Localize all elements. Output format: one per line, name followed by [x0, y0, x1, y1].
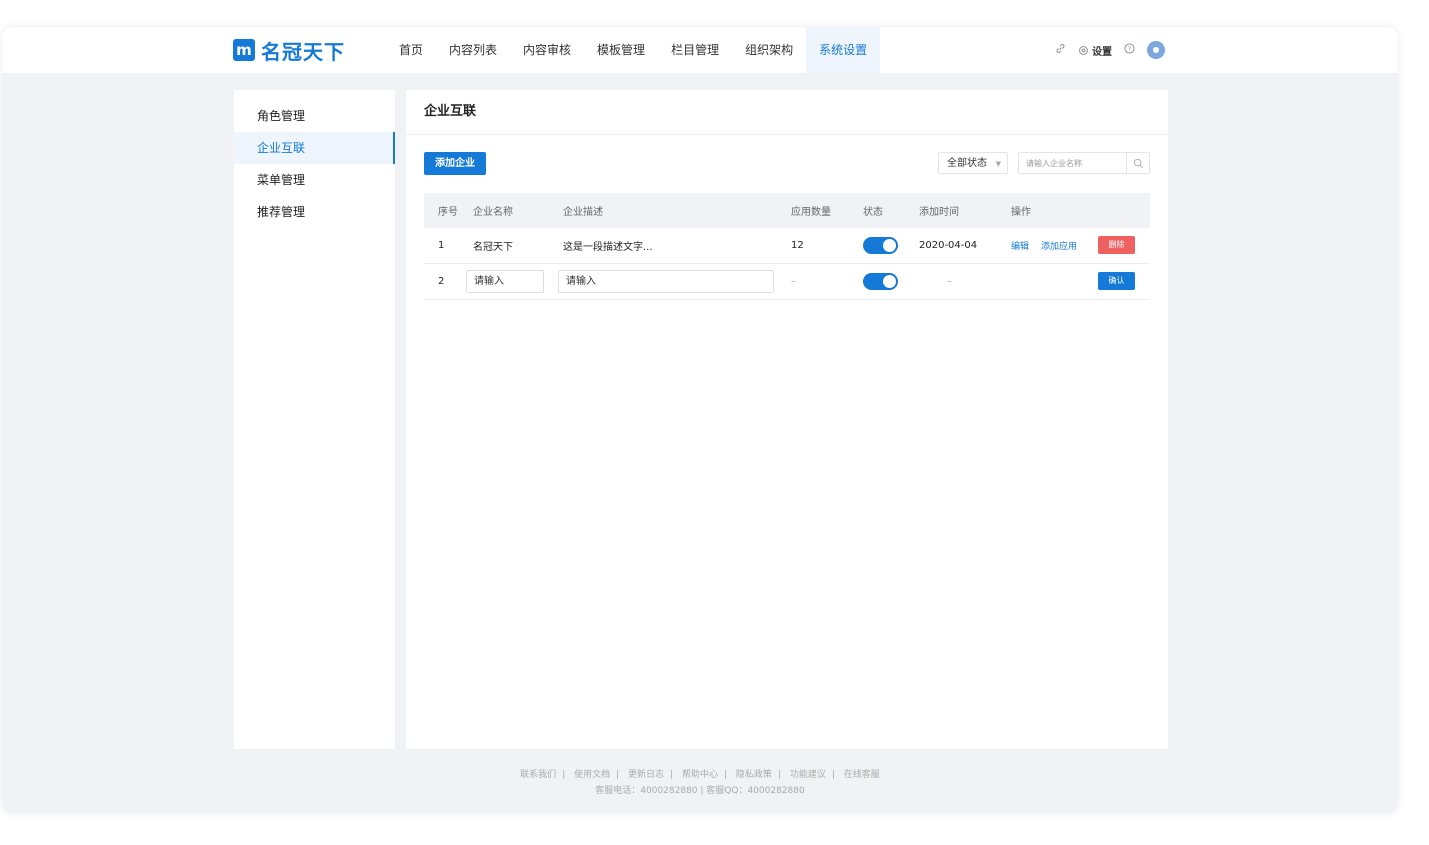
search-box — [1018, 152, 1150, 174]
footer-link-support[interactable]: 在线客服 — [844, 770, 880, 780]
row-name: 名冠天下 — [473, 242, 513, 253]
footer-contact: 客服电话：4000282880 | 客服QQ：4000282880 — [595, 786, 805, 796]
table-header: 序号 企业名称 企业描述 应用数量 状态 添加时间 操作 — [424, 193, 1150, 228]
row-index: 1 — [438, 240, 445, 251]
nav-item-home[interactable]: 首页 — [386, 27, 436, 73]
footer-link-privacy[interactable]: 隐私政策 — [736, 770, 772, 780]
nav-item-org[interactable]: 组织架构 — [732, 27, 806, 73]
sidebar-item-enterprise-link[interactable]: 企业互联 — [234, 132, 395, 164]
add-app-link[interactable]: 添加应用 — [1041, 242, 1077, 252]
row-desc: 这是一段描述文字... — [563, 242, 653, 253]
nav-item-column[interactable]: 栏目管理 — [658, 27, 732, 73]
status-toggle[interactable] — [863, 272, 898, 292]
brand-logo[interactable]: m 名冠天下 — [233, 37, 345, 64]
page-title: 企业互联 — [406, 90, 1168, 135]
svg-text:?: ? — [1128, 45, 1131, 53]
sidebar-item-roles[interactable]: 角色管理 — [234, 100, 395, 132]
footer-link-changelog[interactable]: 更新日志 — [628, 770, 664, 780]
footer-link-help[interactable]: 帮助中心 — [682, 770, 718, 780]
col-header-index: 序号 — [438, 207, 458, 218]
row-time: 2020-04-04 — [919, 240, 978, 251]
status-filter-value: 全部状态 — [947, 158, 987, 169]
col-header-name: 企业名称 — [473, 207, 513, 218]
nav-item-content-review[interactable]: 内容审核 — [510, 27, 584, 73]
table-row: 2 – – 确认 — [424, 264, 1150, 300]
user-icon — [1153, 47, 1159, 53]
help-icon[interactable]: ? — [1124, 43, 1135, 57]
footer-link-feedback[interactable]: 功能建议 — [790, 770, 826, 780]
col-header-ops: 操作 — [1011, 207, 1031, 218]
row-ops: 编辑 添加应用 — [1011, 239, 1089, 252]
settings-button[interactable]: 设置 — [1078, 43, 1112, 58]
col-header-count: 应用数量 — [791, 207, 831, 218]
add-enterprise-button[interactable]: 添加企业 — [424, 152, 486, 175]
nav-item-content-list[interactable]: 内容列表 — [436, 27, 510, 73]
chevron-down-icon: ▼ — [995, 160, 1001, 168]
confirm-button[interactable]: 确认 — [1098, 272, 1135, 290]
link-icon[interactable] — [1055, 43, 1066, 57]
main-panel: 企业互联 添加企业 全部状态 ▼ 序号 企业名称 企业描述 应用数量 状态 添加… — [406, 90, 1168, 749]
search-input[interactable] — [1019, 153, 1127, 173]
footer-links: 联系我们 | 使用文档 | 更新日志 | 帮助中心 | 隐私政策 | 功能建议 | 在线客服 — [520, 770, 880, 780]
sidebar: 角色管理 企业互联 菜单管理 推荐管理 — [234, 90, 395, 749]
sidebar-item-recommend[interactable]: 推荐管理 — [234, 196, 395, 228]
nav-item-template[interactable]: 模板管理 — [584, 27, 658, 73]
top-navbar: m 名冠天下 首页 内容列表 内容审核 模板管理 栏目管理 组织架构 系统设置 … — [2, 27, 1398, 73]
edit-link[interactable]: 编辑 — [1011, 242, 1029, 252]
settings-label: 设置 — [1092, 46, 1112, 58]
row-count: 12 — [791, 240, 804, 251]
main-nav: 首页 内容列表 内容审核 模板管理 栏目管理 组织架构 系统设置 — [386, 27, 881, 73]
delete-button[interactable]: 删除 — [1098, 236, 1135, 254]
nav-item-system-settings[interactable]: 系统设置 — [806, 27, 881, 73]
user-avatar[interactable] — [1147, 41, 1165, 59]
enterprise-table: 序号 企业名称 企业描述 应用数量 状态 添加时间 操作 1 名冠天下 这是一段… — [424, 193, 1150, 300]
name-input[interactable] — [466, 270, 544, 293]
footer-link-docs[interactable]: 使用文档 — [574, 770, 610, 780]
row-time: – — [947, 276, 952, 287]
search-icon[interactable] — [1126, 153, 1149, 173]
footer-link-contact[interactable]: 联系我们 — [520, 770, 556, 780]
app-window: m 名冠天下 首页 内容列表 内容审核 模板管理 栏目管理 组织架构 系统设置 … — [2, 27, 1398, 813]
desc-input[interactable] — [558, 270, 774, 293]
row-index: 2 — [438, 276, 445, 287]
top-toolbar: 设置 ? — [1055, 27, 1165, 73]
sidebar-item-menu[interactable]: 菜单管理 — [234, 164, 395, 196]
status-filter-select[interactable]: 全部状态 ▼ — [938, 152, 1008, 174]
gear-icon — [1079, 45, 1088, 55]
logo-icon: m — [233, 39, 255, 61]
footer: 联系我们 | 使用文档 | 更新日志 | 帮助中心 | 隐私政策 | 功能建议 | 在线客服… — [2, 767, 1398, 799]
table-row: 1 名冠天下 这是一段描述文字... 12 2020-04-04 编辑 添加应用 … — [424, 228, 1150, 264]
brand-name: 名冠天下 — [261, 39, 345, 64]
col-header-status: 状态 — [863, 207, 883, 218]
status-toggle[interactable] — [863, 236, 898, 256]
row-count: – — [791, 276, 796, 287]
col-header-time: 添加时间 — [919, 207, 959, 218]
col-header-desc: 企业描述 — [563, 207, 603, 218]
